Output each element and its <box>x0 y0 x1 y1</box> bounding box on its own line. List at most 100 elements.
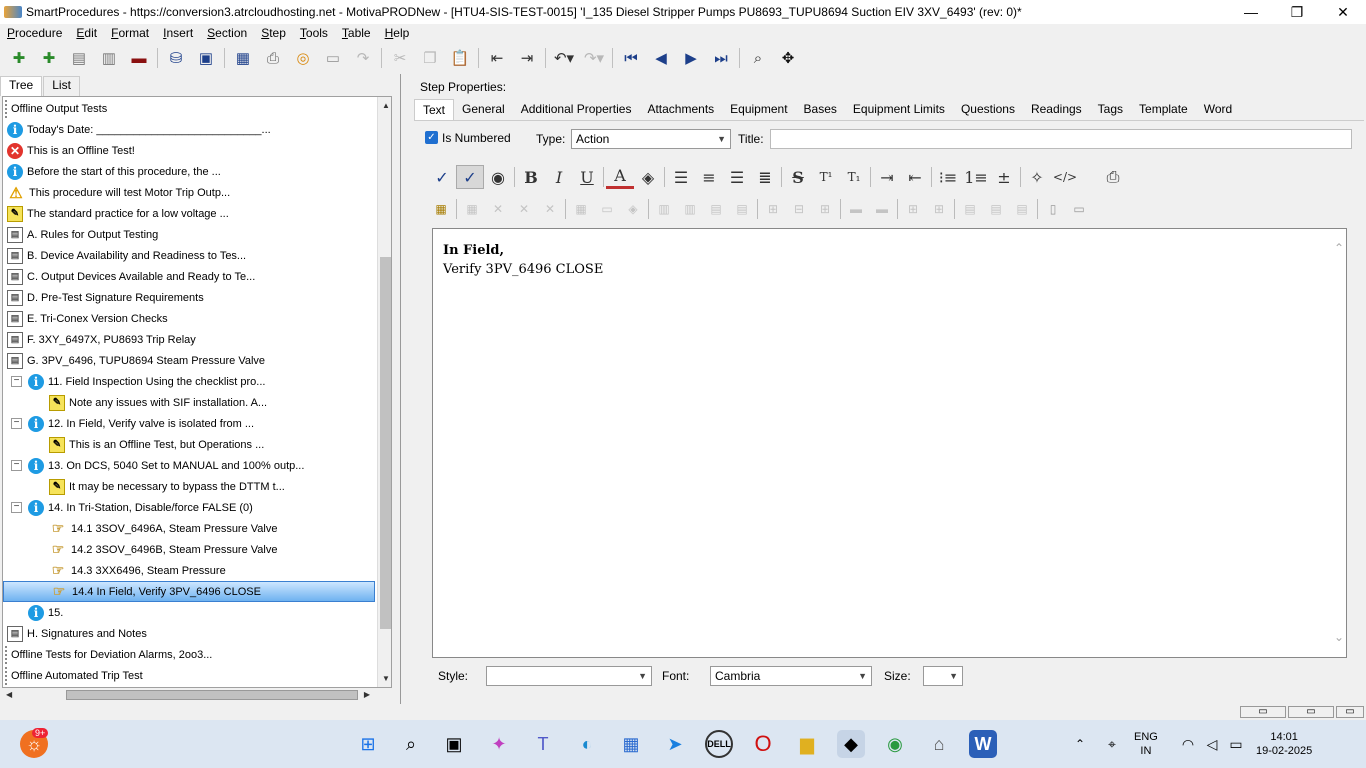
insert-row-above-icon[interactable]: ▤ <box>703 199 729 219</box>
spellcheck-icon[interactable]: ✓ <box>428 165 456 189</box>
collapse-icon[interactable]: − <box>11 418 22 429</box>
insert-table-icon[interactable]: ▦ <box>428 199 454 219</box>
chevron-down-icon[interactable]: ⌄ <box>1334 628 1344 647</box>
font-select[interactable]: Cambria ▼ <box>710 666 872 686</box>
tab-tags[interactable]: Tags <box>1090 99 1131 121</box>
network-icon[interactable]: ⌖ <box>1098 730 1126 758</box>
move-icon[interactable]: ✥ <box>777 47 799 69</box>
indent-right-icon[interactable]: ⇥ <box>873 165 901 189</box>
underline-icon[interactable]: U <box>573 165 601 189</box>
collapse-icon[interactable]: − <box>11 502 22 513</box>
tree-node[interactable]: ☞ 14.4 In Field, Verify 3PV_6496 CLOSE <box>3 581 375 602</box>
menu-table[interactable]: Table <box>335 26 378 40</box>
tree-node[interactable]: ▤ G. 3PV_6496, TUPU8694 Steam Pressure Va… <box>3 350 375 371</box>
menu-step[interactable]: Step <box>254 26 293 40</box>
store-icon[interactable]: ▦ <box>617 730 645 758</box>
panel-splitter[interactable] <box>400 74 404 704</box>
subscript-icon[interactable]: T₁ <box>840 165 868 189</box>
tree-node[interactable]: ▤ A. Rules for Output Testing <box>3 224 375 245</box>
scroll-up-icon[interactable]: ▲ <box>382 101 390 110</box>
add-icon[interactable]: ✚ <box>8 47 30 69</box>
delete-col-icon[interactable]: ✕ <box>537 199 563 219</box>
tree-horizontal-scrollbar[interactable]: ◀ ▶ <box>2 688 374 702</box>
bottom-scroll-handle[interactable]: ▭ <box>1240 706 1286 718</box>
tab-equipment[interactable]: Equipment <box>722 99 795 121</box>
close-button[interactable]: ✕ <box>1320 0 1366 24</box>
tree-node[interactable]: ✎ Note any issues with SIF installation. … <box>3 392 375 413</box>
minimize-button[interactable]: — <box>1228 0 1274 24</box>
sync-icon[interactable]: ◎ <box>292 47 314 69</box>
tab-general[interactable]: General <box>454 99 513 121</box>
tree-node[interactable]: Offline Tests for Deviation Alarms, 2oo3… <box>3 644 375 665</box>
grid-icon[interactable]: ⊞ <box>900 199 926 219</box>
undo-icon[interactable]: ↶▾ <box>553 47 575 69</box>
add-child-icon[interactable]: ✚ <box>38 47 60 69</box>
indent-icon[interactable]: ⇤ <box>486 47 508 69</box>
delete-table-icon[interactable]: ✕ <box>485 199 511 219</box>
search-icon[interactable]: ⌕ <box>397 730 425 758</box>
opera-icon[interactable]: O <box>749 730 777 758</box>
tree-node[interactable]: − i 13. On DCS, 5040 Set to MANUAL and 100… <box>3 455 375 476</box>
chevron-up-icon[interactable]: ⌃ <box>1334 239 1344 258</box>
file-explorer-icon[interactable]: ▆ <box>793 730 821 758</box>
publish-icon[interactable]: ▦ <box>232 47 254 69</box>
horizontal-bar-icon[interactable]: ▭ <box>1066 199 1092 219</box>
tab-text[interactable]: Text <box>414 99 455 121</box>
scroll-down-icon[interactable]: ▼ <box>382 674 390 683</box>
menu-procedure[interactable]: Procedure <box>0 26 69 40</box>
edge-icon[interactable]: ◐ <box>573 730 601 758</box>
first-icon[interactable]: ⏮ <box>620 47 642 69</box>
insert-row-below-icon[interactable]: ▤ <box>729 199 755 219</box>
tree-node[interactable]: Offline Output Tests <box>3 98 375 119</box>
spellcheck-auto-icon[interactable]: ✓ <box>456 165 484 189</box>
rich-text-editor[interactable]: In Field, Verify 3PV_6496 CLOSE ⌃ ⌄ <box>432 228 1347 658</box>
window-icon[interactable]: ▭ <box>322 47 344 69</box>
tree-node[interactable]: ✎ The standard practice for a low voltage… <box>3 203 375 224</box>
tree-node[interactable]: ☞ 14.2 3SOV_6496B, Steam Pressure Valve <box>3 539 375 560</box>
app-icon[interactable]: ⌂ <box>925 730 953 758</box>
redo-disabled-icon[interactable]: ↷ <box>352 47 374 69</box>
merge-cell-icon[interactable]: ⊟ <box>786 199 812 219</box>
save-all-icon[interactable]: ⛁ <box>165 47 187 69</box>
title-input[interactable] <box>770 129 1352 149</box>
tab-attachments[interactable]: Attachments <box>639 99 722 121</box>
last-icon[interactable]: ⏭ <box>710 47 732 69</box>
tree-node[interactable]: ▤ C. Output Devices Available and Ready t… <box>3 266 375 287</box>
copy-icon[interactable]: ❐ <box>419 47 441 69</box>
outdent-icon[interactable]: ⇥ <box>516 47 538 69</box>
cell-merge-icon[interactable]: ▭ <box>594 199 620 219</box>
align-middle-icon[interactable]: ▤ <box>983 199 1009 219</box>
tab-additional-properties[interactable]: Additional Properties <box>513 99 640 121</box>
maximize-button[interactable]: ❐ <box>1274 0 1320 24</box>
menu-tools[interactable]: Tools <box>293 26 335 40</box>
tab-bases[interactable]: Bases <box>796 99 845 121</box>
color-wheel-icon[interactable]: ◉ <box>484 165 512 189</box>
insert-col-right-icon[interactable]: ▥ <box>677 199 703 219</box>
tree-node[interactable]: − i 12. In Field, Verify valve is isolated… <box>3 413 375 434</box>
scroll-right-icon[interactable]: ▶ <box>364 690 370 699</box>
superscript-icon[interactable]: T¹ <box>812 165 840 189</box>
smartprocedures-icon[interactable]: ◆ <box>837 730 865 758</box>
task-view-icon[interactable]: ▣ <box>440 730 468 758</box>
tree-node[interactable]: Offline Automated Trip Test <box>3 665 375 686</box>
word-icon[interactable]: W <box>969 730 997 758</box>
cell-props-icon[interactable]: ▦ <box>568 199 594 219</box>
html-source-icon[interactable]: </> <box>1051 165 1079 189</box>
remove-icon[interactable]: ▬ <box>128 47 150 69</box>
tree-node[interactable]: ▤ D. Pre-Test Signature Requirements <box>3 287 375 308</box>
menu-section[interactable]: Section <box>200 26 254 40</box>
tab-equipment-limits[interactable]: Equipment Limits <box>845 99 953 121</box>
cell-fill-icon[interactable]: ◈ <box>620 199 646 219</box>
scroll-left-icon[interactable]: ◀ <box>6 690 12 699</box>
tree-node[interactable]: ✕ This is an Offline Test! <box>3 140 375 161</box>
print-icon[interactable]: ⎙ <box>262 47 284 69</box>
tab-tree[interactable]: Tree <box>0 76 43 96</box>
paste-icon[interactable]: 📋 <box>449 47 471 69</box>
split-vertical-icon[interactable]: ⊞ <box>812 199 838 219</box>
tree-node[interactable]: ✎ It may be necessary to bypass the DTTM … <box>3 476 375 497</box>
style-select[interactable]: ▼ <box>486 666 652 686</box>
save-icon[interactable]: ▣ <box>195 47 217 69</box>
list-alt-icon[interactable]: ▥ <box>98 47 120 69</box>
cut-icon[interactable]: ✂ <box>389 47 411 69</box>
bottom-scroll-handle[interactable]: ▭ <box>1288 706 1334 718</box>
